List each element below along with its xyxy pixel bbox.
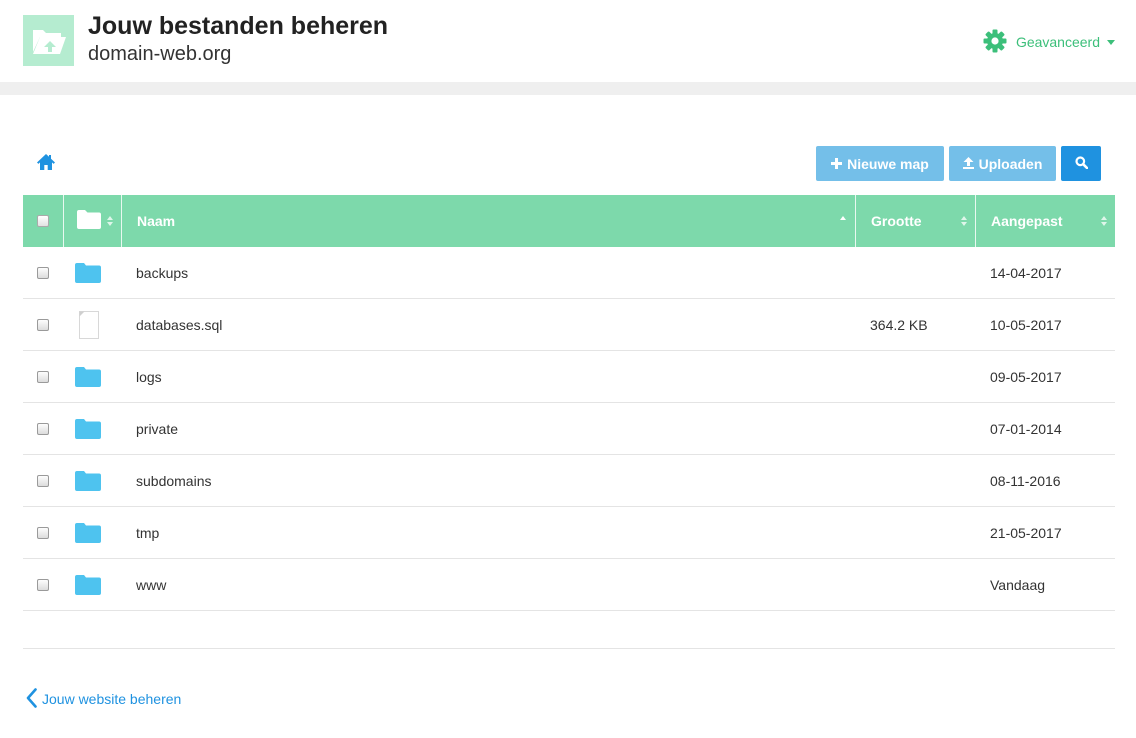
- size-column-label: Grootte: [871, 213, 922, 229]
- table-row[interactable]: databases.sql 364.2 KB 10-05-2017: [23, 299, 1115, 351]
- file-size: [855, 351, 870, 403]
- advanced-dropdown[interactable]: Geavanceerd: [983, 29, 1115, 56]
- modified-column-header[interactable]: Aangepast: [975, 195, 1115, 247]
- row-checkbox[interactable]: [37, 475, 49, 487]
- table-row[interactable]: www Vandaag: [23, 559, 1115, 611]
- row-checkbox[interactable]: [37, 319, 49, 331]
- row-checkbox[interactable]: [37, 371, 49, 383]
- new-folder-button[interactable]: Nieuwe map: [816, 146, 944, 181]
- table-row[interactable]: backups 14-04-2017: [23, 247, 1115, 299]
- file-modified: 10-05-2017: [990, 317, 1062, 333]
- back-link-label: Jouw website beheren: [42, 691, 182, 707]
- select-all-checkbox[interactable]: [37, 215, 49, 227]
- folder-icon: [63, 559, 121, 611]
- folder-icon: [77, 210, 101, 232]
- back-to-website-link[interactable]: Jouw website beheren: [26, 687, 182, 711]
- search-button[interactable]: [1061, 146, 1101, 181]
- row-select-cell: [23, 351, 63, 403]
- file-name[interactable]: logs: [121, 351, 162, 403]
- row-select-cell: [23, 507, 63, 559]
- folder-upload-icon: [23, 15, 74, 66]
- table-row[interactable]: logs 09-05-2017: [23, 351, 1115, 403]
- row-select-cell: [23, 247, 63, 299]
- name-column-header[interactable]: Naam: [121, 195, 855, 247]
- file-name[interactable]: subdomains: [121, 455, 212, 507]
- row-select-cell: [23, 559, 63, 611]
- table-row[interactable]: tmp 21-05-2017: [23, 507, 1115, 559]
- file-size: [855, 559, 870, 611]
- row-checkbox[interactable]: [37, 423, 49, 435]
- sort-icon: [961, 216, 967, 226]
- file-name[interactable]: tmp: [121, 507, 159, 559]
- file-modified: Vandaag: [990, 577, 1046, 593]
- row-checkbox[interactable]: [37, 579, 49, 591]
- name-column-label: Naam: [137, 213, 176, 229]
- file-name[interactable]: databases.sql: [121, 299, 222, 351]
- domain-name: domain-web.org: [88, 43, 232, 65]
- type-column-header[interactable]: [63, 195, 121, 247]
- file-modified: 09-05-2017: [990, 369, 1062, 385]
- caret-down-icon: [1107, 39, 1115, 45]
- page-header: Jouw bestanden beheren domain-web.org Ge…: [0, 0, 1136, 82]
- file-size: [855, 247, 870, 299]
- file-name[interactable]: www: [121, 559, 166, 611]
- page-title: Jouw bestanden beheren: [88, 12, 389, 40]
- select-all-cell: [23, 195, 63, 247]
- file-table: Naam Grootte Aangepast backups 14-04-201…: [23, 195, 1115, 611]
- header-divider-band: [0, 82, 1136, 95]
- file-size: [855, 455, 870, 507]
- row-checkbox[interactable]: [37, 267, 49, 279]
- file-name[interactable]: private: [121, 403, 178, 455]
- upload-button[interactable]: Uploaden: [949, 146, 1056, 181]
- sort-ascending-icon: [840, 216, 846, 220]
- upload-icon: [962, 156, 974, 172]
- sort-icon: [1101, 216, 1107, 226]
- folder-icon: [63, 507, 121, 559]
- table-row[interactable]: private 07-01-2014: [23, 403, 1115, 455]
- modified-column-label: Aangepast: [991, 213, 1063, 229]
- folder-icon: [63, 351, 121, 403]
- row-select-cell: [23, 455, 63, 507]
- folder-icon: [63, 455, 121, 507]
- table-row[interactable]: subdomains 08-11-2016: [23, 455, 1115, 507]
- file-size: [855, 507, 870, 559]
- size-column-header[interactable]: Grootte: [855, 195, 975, 247]
- plus-icon: [831, 156, 843, 172]
- upload-label: Uploaden: [978, 155, 1043, 172]
- chevron-left-icon: [26, 687, 37, 711]
- table-header: Naam Grootte Aangepast: [23, 195, 1115, 247]
- footer-divider: [23, 648, 1115, 649]
- folder-icon: [63, 403, 121, 455]
- search-icon: [1074, 155, 1088, 172]
- row-select-cell: [23, 299, 63, 351]
- sort-icon: [107, 216, 113, 226]
- file-icon: [63, 299, 121, 351]
- file-modified: 08-11-2016: [990, 473, 1061, 489]
- file-modified: 21-05-2017: [990, 525, 1062, 541]
- advanced-label: Geavanceerd: [1015, 34, 1100, 50]
- file-size: 364.2 KB: [870, 317, 928, 333]
- home-icon[interactable]: [36, 153, 56, 171]
- gear-icon: [983, 29, 1007, 56]
- file-modified: 14-04-2017: [990, 265, 1062, 281]
- row-checkbox[interactable]: [37, 527, 49, 539]
- row-select-cell: [23, 403, 63, 455]
- file-size: [855, 403, 870, 455]
- new-folder-label: Nieuwe map: [847, 155, 929, 172]
- file-name[interactable]: backups: [121, 247, 188, 299]
- file-modified: 07-01-2014: [990, 421, 1062, 437]
- folder-icon: [63, 247, 121, 299]
